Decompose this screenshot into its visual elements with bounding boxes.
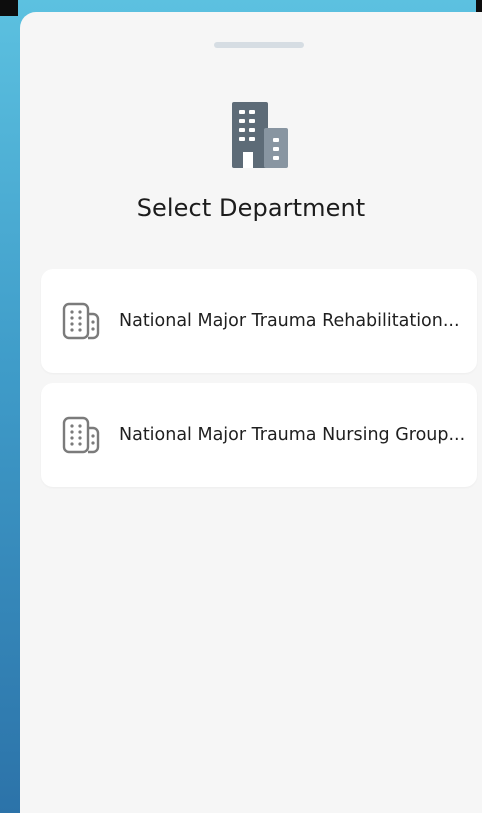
department-list: National Major Trauma Rehabilitation... … xyxy=(41,269,477,497)
department-label: National Major Trauma Nursing Group... xyxy=(119,425,466,445)
department-option[interactable]: National Major Trauma Rehabilitation... xyxy=(41,269,477,373)
sheet-title: Select Department xyxy=(136,194,366,222)
building-outline-icon xyxy=(62,416,100,454)
department-option[interactable]: National Major Trauma Nursing Group... xyxy=(41,383,477,487)
sheet-drag-handle[interactable] xyxy=(214,42,304,48)
building-outline-icon xyxy=(62,302,100,340)
app-screen: Select Department National Major Trauma … xyxy=(0,0,482,813)
office-building-icon xyxy=(232,102,288,168)
screen-corner xyxy=(0,0,18,16)
department-label: National Major Trauma Rehabilitation... xyxy=(119,311,460,331)
bottom-sheet: Select Department National Major Trauma … xyxy=(20,12,482,813)
